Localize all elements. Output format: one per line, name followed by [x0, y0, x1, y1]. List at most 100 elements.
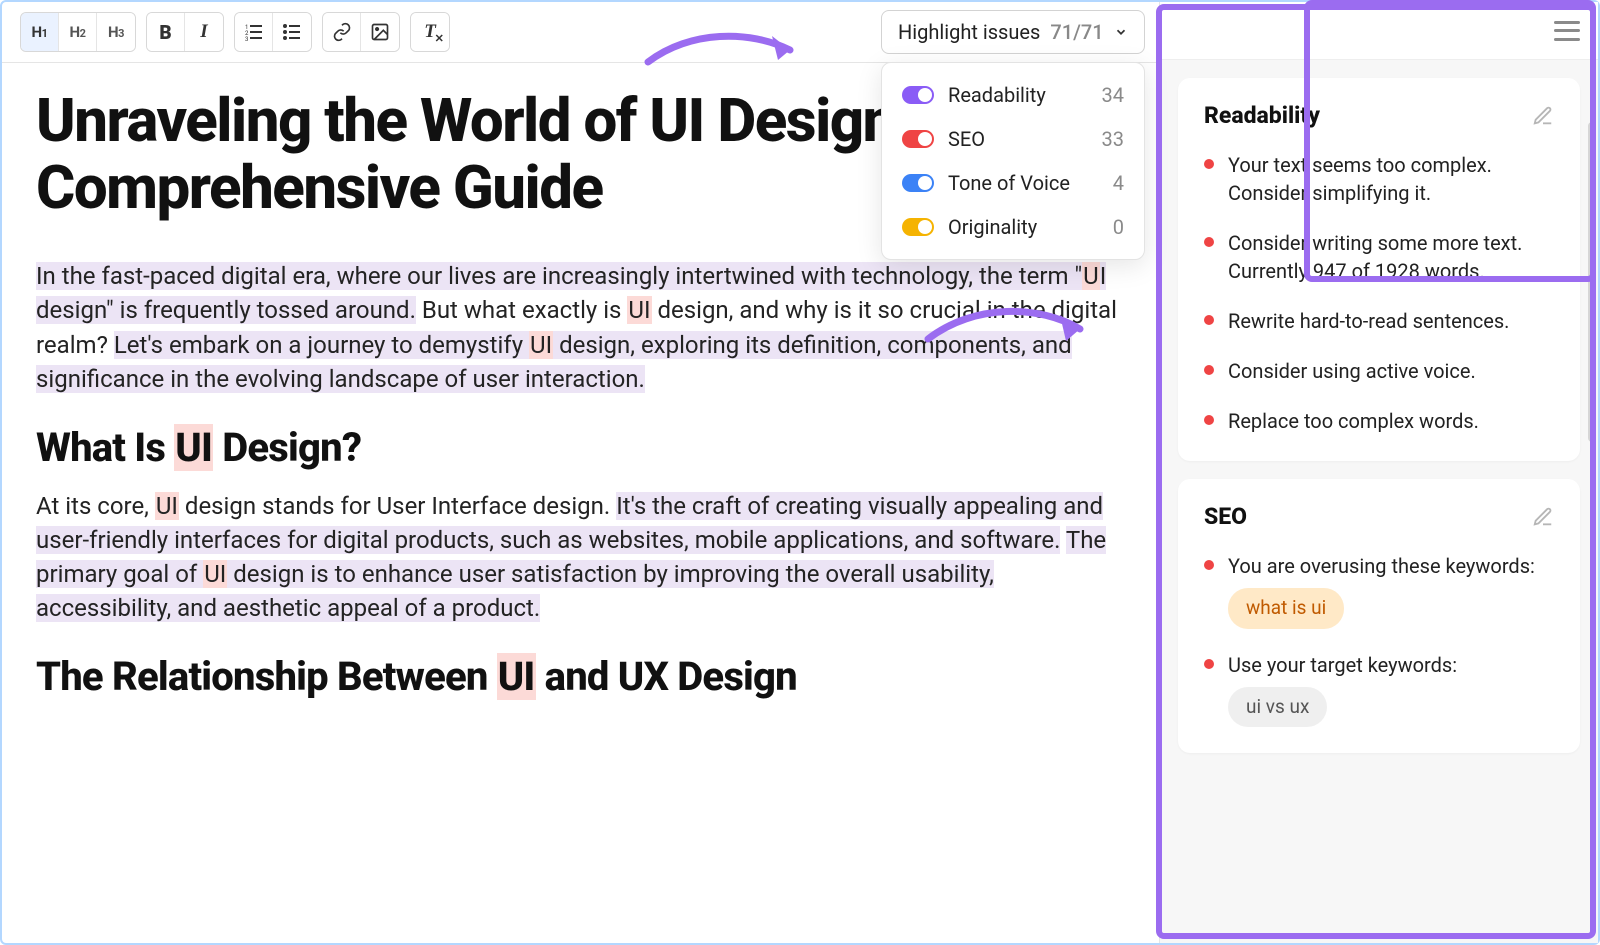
issue-count: 33	[1102, 127, 1124, 151]
item-text: Use your target keywords:	[1228, 651, 1457, 679]
issue-toggle-originality[interactable]: Originality 0	[882, 205, 1144, 249]
keyword-pill[interactable]: what is ui	[1228, 588, 1344, 629]
list-item[interactable]: Your text seems too complex. Consider si…	[1204, 151, 1554, 207]
highlight-issues-label: Highlight issues	[898, 20, 1040, 44]
text-span: design stands for User Interface design.	[179, 492, 616, 520]
bullet-icon	[1204, 415, 1214, 425]
chevron-down-icon	[1114, 25, 1128, 39]
text-span: Design?	[213, 424, 361, 471]
text-span: What Is	[36, 424, 174, 471]
item-text: Consider writing some more text. Current…	[1228, 229, 1554, 285]
list-item[interactable]: Replace too complex words.	[1204, 407, 1554, 435]
sidebar-header	[1160, 2, 1598, 60]
issue-toggle-readability[interactable]: Readability 34	[882, 73, 1144, 117]
unordered-list-button[interactable]	[273, 13, 311, 51]
keyword-highlight: UI	[155, 492, 179, 520]
card-title: Readability	[1204, 102, 1320, 129]
seo-list: You are overusing these keywords: what i…	[1204, 552, 1554, 727]
svg-text:3: 3	[245, 36, 248, 42]
editor-column: H1 H2 H3 B I 123	[2, 2, 1160, 943]
issue-count: 0	[1113, 215, 1124, 239]
item-text: Replace too complex words.	[1228, 407, 1479, 435]
italic-button[interactable]: I	[185, 13, 223, 51]
toggle-icon	[902, 174, 934, 192]
issue-label: SEO	[948, 127, 1088, 151]
cards-container: Readability Your text seems too complex.…	[1160, 60, 1598, 771]
issue-toggle-tone[interactable]: Tone of Voice 4	[882, 161, 1144, 205]
readability-card: Readability Your text seems too complex.…	[1178, 78, 1580, 461]
item-text: Rewrite hard-to-read sentences.	[1228, 307, 1509, 335]
bullet-icon	[1204, 560, 1214, 570]
readability-list: Your text seems too complex. Consider si…	[1204, 151, 1554, 435]
toggle-icon	[902, 130, 934, 148]
keyword-highlight: U	[1082, 262, 1100, 290]
sidebar: Readability Your text seems too complex.…	[1160, 2, 1598, 943]
issue-label: Tone of Voice	[948, 171, 1099, 195]
text-span: In the fast-paced digital era, where our…	[36, 262, 1082, 290]
text-span: and UX Design	[536, 653, 797, 700]
toggle-icon	[902, 86, 934, 104]
keyword-highlight: UI	[497, 653, 536, 700]
issue-label: Originality	[948, 215, 1099, 239]
edit-icon[interactable]	[1532, 105, 1554, 127]
item-text: Consider using active voice.	[1228, 357, 1476, 385]
bold-button[interactable]: B	[147, 13, 185, 51]
editor-toolbar: H1 H2 H3 B I 123	[2, 2, 1159, 63]
heading-what-is-ui: What Is UI Design?	[36, 424, 1125, 471]
list-group: 123	[234, 12, 312, 52]
bullet-icon	[1204, 659, 1214, 669]
clear-format-button[interactable]: T✕	[411, 13, 449, 51]
list-item[interactable]: Rewrite hard-to-read sentences.	[1204, 307, 1554, 335]
card-header: Readability	[1204, 102, 1554, 129]
unordered-list-icon	[282, 22, 302, 42]
menu-icon[interactable]	[1554, 21, 1580, 41]
h1-button[interactable]: H1	[21, 13, 59, 51]
item-text: You are overusing these keywords:	[1228, 552, 1535, 580]
list-item[interactable]: You are overusing these keywords: what i…	[1204, 552, 1554, 629]
keyword-highlight: UI	[627, 296, 651, 324]
keyword-highlight: UI	[174, 424, 213, 471]
paragraph-2: At its core, UI design stands for User I…	[36, 489, 1125, 625]
clear-group: T✕	[410, 12, 450, 52]
card-title: SEO	[1204, 503, 1247, 530]
image-button[interactable]	[361, 13, 399, 51]
issue-label: Readability	[948, 83, 1088, 107]
text-span: Let's embark on a journey to demystify	[114, 331, 529, 359]
app-root: H1 H2 H3 B I 123	[0, 0, 1600, 945]
link-icon	[332, 22, 352, 42]
h3-button[interactable]: H3	[97, 13, 135, 51]
keyword-highlight: UI	[203, 560, 227, 588]
issue-count: 34	[1102, 83, 1124, 107]
seo-card: SEO You are overusing these keywords: wh…	[1178, 479, 1580, 753]
bullet-icon	[1204, 237, 1214, 247]
list-item[interactable]: Consider writing some more text. Current…	[1204, 229, 1554, 285]
issue-toggle-seo[interactable]: SEO 33	[882, 117, 1144, 161]
heading-group: H1 H2 H3	[20, 12, 136, 52]
scrollbar[interactable]	[1588, 122, 1596, 442]
text-span: The Relationship Between	[36, 653, 497, 700]
item-text: Your text seems too complex. Consider si…	[1228, 151, 1554, 207]
edit-icon[interactable]	[1532, 506, 1554, 528]
issue-count: 4	[1113, 171, 1124, 195]
h2-button[interactable]: H2	[59, 13, 97, 51]
highlight-issues-panel: Readability 34 SEO 33 Tone of Voice 4	[881, 62, 1145, 260]
text-span: But what exactly is	[416, 296, 627, 324]
bullet-icon	[1204, 365, 1214, 375]
ordered-list-button[interactable]: 123	[235, 13, 273, 51]
item-body: Use your target keywords: ui vs ux	[1228, 651, 1457, 728]
insert-group	[322, 12, 400, 52]
card-header: SEO	[1204, 503, 1554, 530]
keyword-pill[interactable]: ui vs ux	[1228, 687, 1327, 728]
item-body: You are overusing these keywords: what i…	[1228, 552, 1535, 629]
ordered-list-icon: 123	[244, 22, 264, 42]
highlight-issues-wrap: Highlight issues 71/71 Readability 34 SE…	[881, 10, 1145, 260]
link-button[interactable]	[323, 13, 361, 51]
highlight-issues-button[interactable]: Highlight issues 71/71	[881, 10, 1145, 54]
toggle-icon	[902, 218, 934, 236]
image-icon	[370, 22, 390, 42]
text-span: At its core,	[36, 492, 155, 520]
paragraph-1: In the fast-paced digital era, where our…	[36, 259, 1125, 395]
bullet-icon	[1204, 315, 1214, 325]
list-item[interactable]: Consider using active voice.	[1204, 357, 1554, 385]
list-item[interactable]: Use your target keywords: ui vs ux	[1204, 651, 1554, 728]
